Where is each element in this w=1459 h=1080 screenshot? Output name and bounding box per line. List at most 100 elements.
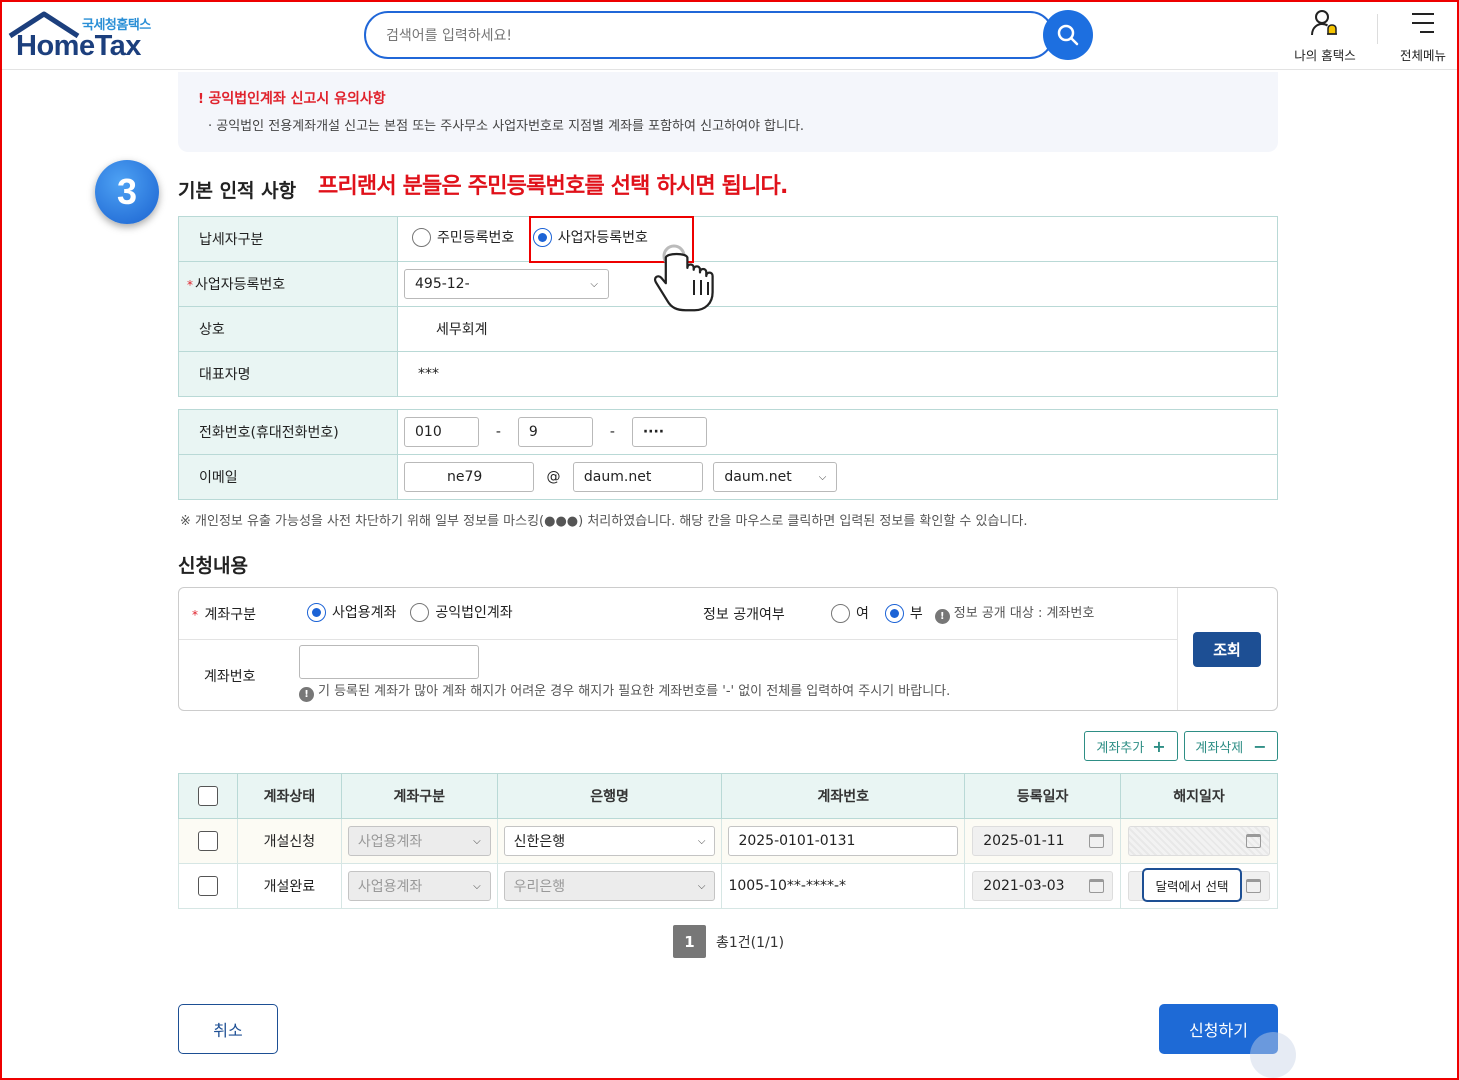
divider	[1177, 588, 1178, 710]
col-header: 은행명	[496, 773, 723, 819]
calendar-icon	[1089, 834, 1105, 848]
hamburger-menu-icon	[1412, 13, 1434, 33]
table-row: 개설완료 사업용계좌 ⌵ 우리은행 ⌵ 1005-10**-****-* 2021-…	[178, 863, 1278, 909]
query-button[interactable]: 조회	[1193, 632, 1261, 667]
email-at-sign: @	[546, 469, 561, 485]
basic-info-title: 기본 인적 사항	[178, 180, 297, 202]
account-type-label: * 계좌구분	[192, 607, 256, 623]
email-label: 이메일	[178, 454, 398, 500]
grid-header-row: 계좌상태 계좌구분 은행명 계좌번호 등록일자 해지일자	[178, 773, 1278, 819]
email-domain-select[interactable]: daum.net ⌵	[713, 462, 838, 492]
phone-prefix-input[interactable]: 010	[404, 417, 479, 447]
apply-box: * 계좌구분 사업용계좌 공익법인계좌 정보 공개여부 여 부 ! 정보 공개 대…	[178, 587, 1278, 711]
disclosure-label: 정보 공개여부	[703, 607, 785, 623]
search-input[interactable]	[386, 25, 1026, 47]
phone-fields: 010 - 9 - ····	[398, 410, 1278, 455]
calendar-tooltip: 달력에서 선택	[1142, 868, 1242, 902]
radio-circle-selected	[884, 603, 904, 623]
row-checkbox[interactable]	[197, 876, 218, 896]
search-button[interactable]	[1043, 10, 1093, 60]
bank-select: 우리은행 ⌵	[503, 871, 716, 901]
bank-select[interactable]: 신한은행 ⌵	[503, 826, 716, 856]
floating-overlay-button[interactable]	[1250, 1032, 1296, 1078]
phone-label: 전화번호(휴대전화번호)	[178, 409, 398, 455]
chevron-down-icon: ⌵	[473, 880, 481, 892]
hometax-logo[interactable]: 국세청홈택스 HomeTax	[8, 10, 168, 62]
contact-table: 전화번호(휴대전화번호) 010 - 9 - ···· 이메일 ne79 @ d…	[178, 409, 1278, 500]
notice-detail: · 공익법인 전용계좌개설 신고는 본점 또는 주사무소 사업자번호로 지점별 …	[208, 119, 805, 134]
account-type-select: 사업용계좌 ⌵	[347, 871, 491, 901]
taxpayer-type-label: 납세자구분	[178, 216, 398, 262]
pointing-hand-icon	[653, 244, 714, 312]
phone-last-input[interactable]: ····	[631, 417, 707, 447]
account-number-field[interactable]: 2025-0101-0131	[728, 826, 959, 856]
apply-section-title: 신청내용	[178, 555, 248, 577]
brn-select[interactable]: 495-12- ⌵	[404, 269, 609, 299]
col-header: 계좌상태	[236, 773, 342, 819]
screenshot-frame	[0, 0, 1459, 1080]
status-cell: 개설신청	[236, 818, 342, 864]
account-number-input[interactable]	[299, 645, 479, 679]
account-number-label: 계좌번호	[204, 669, 256, 685]
chevron-down-icon: ⌵	[818, 471, 827, 483]
required-mark: *	[192, 608, 198, 622]
cancel-button[interactable]: 취소	[178, 1004, 278, 1054]
page-number-current[interactable]: 1	[673, 925, 706, 958]
radio-disclose-no[interactable]: 부	[884, 603, 923, 623]
radio-circle-selected	[307, 602, 326, 622]
status-cell: 개설완료	[236, 863, 342, 909]
required-mark: *	[187, 278, 193, 292]
header: 국세청홈택스 HomeTax 나의 홈택스 전체메뉴	[0, 0, 1459, 70]
logo-title: HomeTax	[16, 30, 141, 62]
search-icon	[1057, 24, 1079, 46]
col-header: 해지일자	[1120, 773, 1278, 819]
close-date-field[interactable]	[1128, 826, 1270, 856]
col-header: 계좌구분	[340, 773, 498, 819]
all-menu-button[interactable]: 전체메뉴	[1392, 8, 1454, 64]
account-number-cell: 1005-10**-****-*	[721, 863, 966, 909]
radio-public-account[interactable]: 공익법인계좌	[410, 602, 513, 622]
row-checkbox[interactable]	[197, 831, 218, 851]
company-label: 상호	[178, 306, 398, 352]
step-number-badge: 3	[95, 160, 159, 224]
representative-value: ***	[397, 351, 1278, 397]
radio-circle	[412, 227, 431, 247]
table-row: 개설신청 사업용계좌 ⌵ 신한은행 ⌵ 2025-0101-0131 2025-01…	[178, 818, 1278, 864]
disclosure-options: 여 부 ! 정보 공개 대상 : 계좌번호	[831, 602, 1094, 624]
phone-separator: -	[609, 424, 615, 440]
phone-middle-input[interactable]: 9	[517, 417, 593, 447]
user-bell-icon	[1311, 10, 1337, 36]
calendar-icon	[1246, 834, 1261, 848]
email-id-input[interactable]: ne79	[404, 462, 534, 492]
exclamation-icon: !	[198, 92, 209, 107]
info-icon: !	[934, 609, 950, 624]
freelancer-annotation: 프리랜서 분들은 주민등록번호를 선택 하시면 됩니다.	[318, 174, 788, 199]
radio-circle	[831, 603, 850, 623]
total-count: 총1건(1/1)	[716, 935, 785, 951]
chevron-down-icon: ⌵	[590, 278, 598, 290]
divider	[179, 639, 1177, 640]
chevron-down-icon: ⌵	[697, 835, 706, 847]
select-all-checkbox[interactable]	[197, 786, 218, 806]
col-header: 계좌번호	[721, 773, 966, 819]
reg-date-field[interactable]: 2025-01-11	[972, 826, 1114, 856]
radio-disclose-yes[interactable]: 여	[831, 603, 869, 623]
all-menu-label: 전체메뉴	[1399, 48, 1446, 63]
search-box[interactable]	[364, 11, 1054, 59]
notice-title: ! 공익법인계좌 신고시 유의사항	[198, 91, 386, 107]
reg-date-field[interactable]: 2021-03-03	[972, 871, 1114, 901]
radio-circle	[410, 602, 430, 622]
plus-icon: +	[1152, 736, 1166, 756]
masking-note: ※ 개인정보 유출 가능성을 사전 차단하기 위해 일부 정보를 마스킹(●●●…	[180, 514, 1028, 529]
account-type-select: 사업용계좌 ⌵	[347, 826, 491, 856]
delete-account-button[interactable]: 계좌삭제 −	[1184, 731, 1278, 761]
add-account-button[interactable]: 계좌추가 +	[1084, 731, 1178, 761]
notice-box: ! 공익법인계좌 신고시 유의사항 · 공익법인 전용계좌개설 신고는 본점 또…	[178, 72, 1278, 152]
email-domain-input[interactable]: daum.net	[572, 462, 703, 492]
account-hint: ! 기 등록된 계좌가 많아 계좌 해지가 어려운 경우 해지가 필요한 계좌번호…	[299, 680, 950, 702]
my-hometax-button[interactable]: 나의 홈택스	[1290, 8, 1360, 64]
radio-resident-number[interactable]: 주민등록번호	[412, 227, 514, 247]
account-grid: 계좌상태 계좌구분 은행명 계좌번호 등록일자 해지일자 개설신청 사업용계좌 ⌵…	[178, 773, 1278, 909]
email-fields: ne79 @ daum.net daum.net ⌵	[397, 454, 1278, 500]
radio-business-account[interactable]: 사업용계좌	[307, 602, 396, 622]
